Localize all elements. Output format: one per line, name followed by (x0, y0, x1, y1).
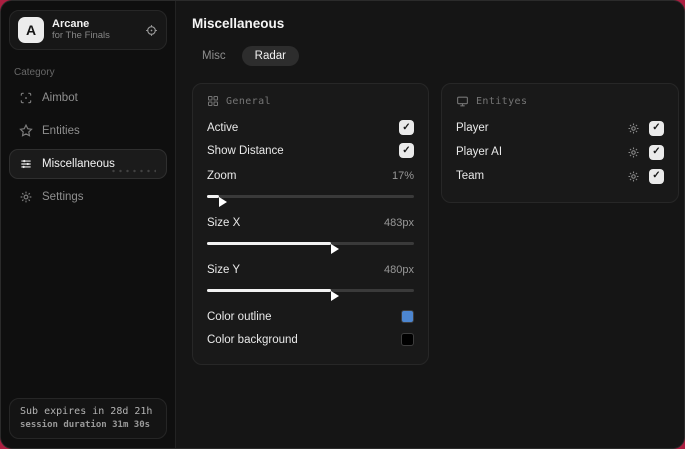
entities-box-icon (19, 124, 33, 138)
sidebar-item-miscellaneous[interactable]: Miscellaneous (9, 149, 167, 179)
entity-settings-gear-icon[interactable] (627, 170, 640, 183)
sidebar-item-label: Settings (42, 191, 84, 203)
size-y-value: 480px (384, 263, 414, 276)
general-panel-title: General (226, 95, 271, 107)
grid-icon (207, 95, 219, 107)
sidebar-item-label: Aimbot (42, 92, 78, 104)
zoom-slider[interactable] (207, 190, 414, 207)
color-background-label: Color background (207, 333, 298, 346)
show-distance-checkbox[interactable] (399, 143, 414, 158)
entity-checkbox[interactable] (649, 120, 664, 136)
app-window: A Arcane for The Finals Category Aimbot (0, 0, 685, 449)
aimbot-scope-icon (19, 91, 33, 105)
category-label: Category (14, 67, 55, 78)
size-x-label: Size X (207, 216, 241, 229)
page-title: Miscellaneous (192, 16, 285, 31)
entity-settings-gear-icon[interactable] (627, 146, 640, 159)
gear-icon (19, 190, 33, 204)
session-duration-text: session duration 31m 30s (20, 420, 151, 430)
size-y-label: Size Y (207, 263, 241, 276)
slider-thumb[interactable] (331, 290, 340, 301)
entity-label: Player AI (456, 146, 503, 158)
entity-checkbox[interactable] (649, 168, 664, 184)
entity-row-team: Team (456, 165, 664, 187)
active-row: Active (207, 116, 414, 139)
entities-panel-title: Entityes (476, 96, 528, 107)
crosshair-icon[interactable] (145, 24, 158, 37)
tab-bar: Misc Radar (192, 46, 679, 66)
show-distance-row: Show Distance (207, 139, 414, 162)
sidebar-item-label: Miscellaneous (42, 158, 115, 170)
size-y-slider[interactable] (207, 284, 414, 301)
size-x-value: 483px (384, 216, 414, 229)
sidebar-item-label: Entities (42, 125, 80, 137)
monitor-icon (456, 95, 469, 108)
show-distance-label: Show Distance (207, 144, 284, 157)
active-label: Active (207, 121, 239, 134)
sidebar: A Arcane for The Finals Category Aimbot (1, 1, 176, 448)
slider-thumb[interactable] (331, 243, 340, 254)
sliders-icon (19, 157, 33, 171)
entity-row-player-ai: Player AI (456, 141, 664, 163)
main-content: Miscellaneous Misc Radar General Active (176, 1, 684, 448)
entity-label: Player (456, 122, 489, 134)
active-checkbox[interactable] (399, 120, 414, 135)
tab-radar[interactable]: Radar (241, 46, 299, 66)
general-panel: General Active Show Distance Zoom 17% (192, 83, 429, 365)
size-y-field: Size Y 480px (207, 258, 414, 301)
sub-expiry-text: Sub expires in 28d 21h (20, 406, 153, 417)
brand-card: A Arcane for The Finals (9, 10, 167, 50)
color-background-row: Color background (207, 328, 414, 351)
size-x-field: Size X 483px (207, 211, 414, 254)
color-outline-row: Color outline (207, 305, 414, 328)
color-background-swatch[interactable] (401, 333, 414, 346)
size-x-slider[interactable] (207, 237, 414, 254)
entity-row-player: Player (456, 117, 664, 139)
brand-name: Arcane (52, 18, 90, 31)
entity-checkbox[interactable] (649, 144, 664, 160)
subscription-card: Sub expires in 28d 21h session duration … (9, 398, 167, 439)
sidebar-nav: Aimbot Entities Miscellaneous Settings (1, 83, 175, 212)
sidebar-item-settings[interactable]: Settings (9, 182, 167, 212)
slider-thumb[interactable] (219, 196, 228, 207)
entity-label: Team (456, 170, 485, 182)
brand-subtitle: for The Finals (52, 29, 110, 41)
entities-panel: Entityes Player Player AI (441, 83, 679, 203)
color-outline-swatch[interactable] (401, 310, 414, 323)
color-outline-label: Color outline (207, 310, 272, 323)
zoom-field: Zoom 17% (207, 164, 414, 207)
tab-misc[interactable]: Misc (192, 46, 236, 66)
sidebar-item-aimbot[interactable]: Aimbot (9, 83, 167, 113)
zoom-label: Zoom (207, 169, 237, 182)
zoom-value: 17% (391, 169, 414, 182)
sidebar-item-entities[interactable]: Entities (9, 116, 167, 146)
arcane-logo: A (18, 17, 44, 43)
dots-decoration (110, 168, 156, 174)
entity-settings-gear-icon[interactable] (627, 122, 640, 135)
